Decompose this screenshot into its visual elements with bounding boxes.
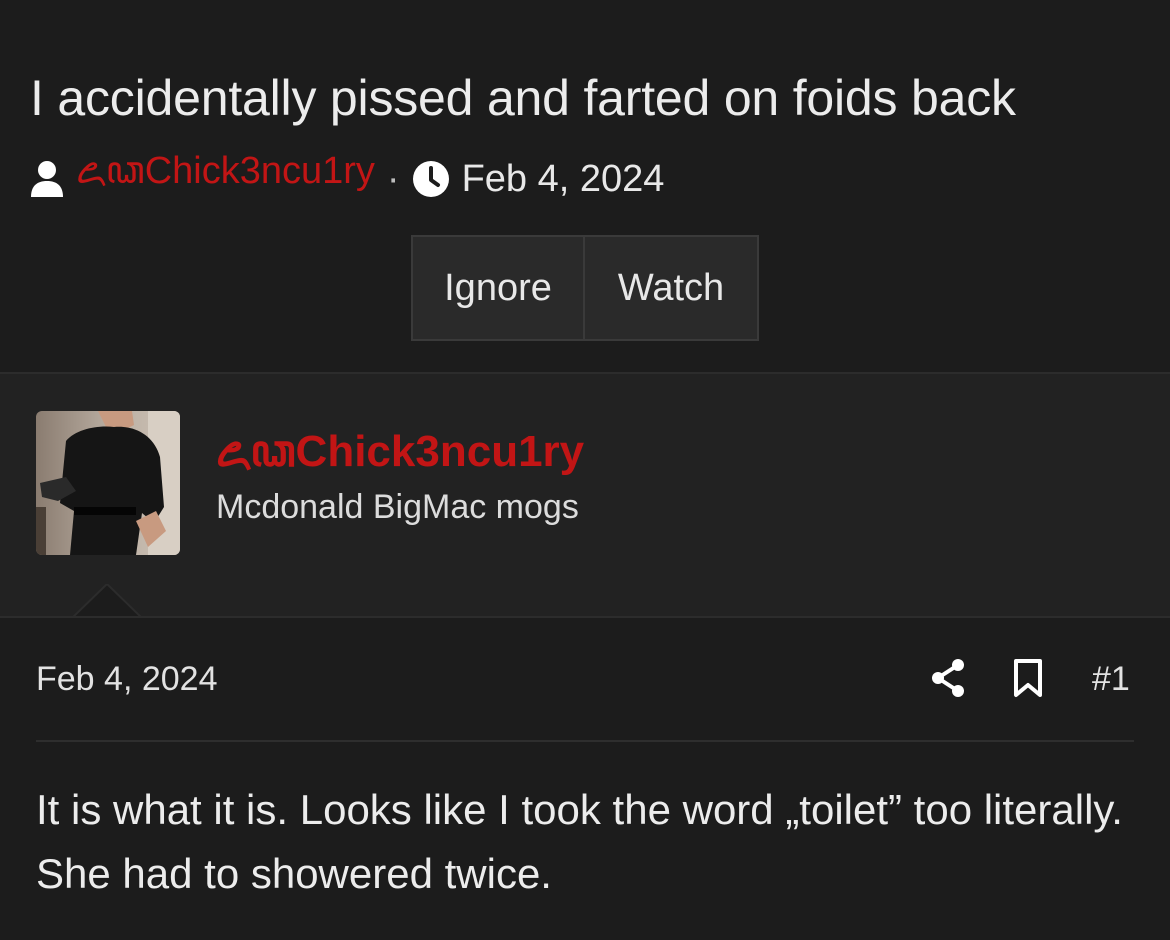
message-text: It is what it is. Looks like I took the …: [36, 786, 1123, 897]
message-user-block: ꦌꦣChick3ncu1ry Mcdonald BigMac mogs: [0, 374, 1170, 616]
share-icon[interactable]: [930, 658, 966, 698]
thread-action-buttons: Ignore Watch: [411, 235, 759, 341]
thread-title: I accidentally pissed and farted on foid…: [30, 70, 1016, 126]
bookmark-icon[interactable]: [1012, 658, 1044, 698]
ignore-button[interactable]: Ignore: [413, 237, 585, 339]
thread-author-link[interactable]: ꦌꦣChick3ncu1ry: [76, 140, 375, 218]
user-icon: [31, 161, 63, 197]
watch-button[interactable]: Watch: [585, 237, 757, 339]
page: I accidentally pissed and farted on foid…: [0, 0, 1170, 940]
clock-icon: [412, 161, 449, 197]
post-number-link[interactable]: #1: [1092, 660, 1130, 699]
post-date[interactable]: Feb 4, 2024: [36, 660, 217, 699]
thread-meta: ꦌꦣChick3ncu1ry · Feb 4, 2024: [30, 150, 665, 201]
avatar[interactable]: [36, 411, 180, 555]
thread-header: I accidentally pissed and farted on foid…: [0, 0, 1170, 372]
message-separator: [36, 740, 1134, 742]
message-body: Feb 4, 2024 #1 It is what it is. Looks l…: [0, 616, 1170, 940]
user-block-arrow: [72, 584, 142, 618]
meta-separator: ·: [386, 157, 400, 200]
thread-date[interactable]: Feb 4, 2024: [462, 158, 665, 201]
user-title: Mcdonald BigMac mogs: [216, 488, 579, 526]
